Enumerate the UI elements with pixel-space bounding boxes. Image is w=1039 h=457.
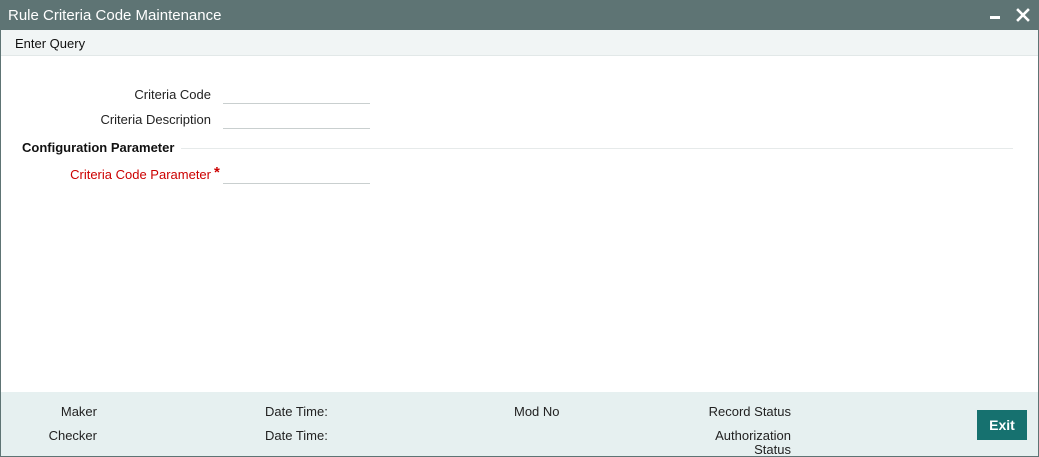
- criteria-description-input[interactable]: [223, 109, 370, 129]
- record-status-label: Record Status: [708, 404, 791, 419]
- exit-button[interactable]: Exit: [977, 410, 1027, 440]
- menu-bar: Enter Query: [1, 30, 1038, 56]
- enter-query-menu-item[interactable]: Enter Query: [15, 36, 85, 51]
- criteria-description-label: Criteria Description: [100, 112, 211, 127]
- criteria-code-parameter-input[interactable]: [223, 164, 370, 184]
- rule-criteria-window: Rule Criteria Code Maintenance Enter Que…: [0, 0, 1039, 457]
- section-divider: [181, 148, 1013, 149]
- configuration-parameter-heading: Configuration Parameter: [22, 140, 175, 155]
- authorization-status-label-line1: Authorization: [715, 428, 791, 443]
- criteria-code-parameter-label: Criteria Code Parameter: [70, 167, 211, 182]
- window-title: Rule Criteria Code Maintenance: [8, 7, 222, 24]
- close-icon[interactable]: [1014, 6, 1032, 24]
- required-marker: *: [214, 164, 220, 181]
- checker-label: Checker: [48, 428, 97, 443]
- criteria-code-input[interactable]: [223, 84, 370, 104]
- criteria-code-label: Criteria Code: [134, 87, 211, 102]
- title-bar: Rule Criteria Code Maintenance: [1, 1, 1038, 30]
- checker-date-time-label: Date Time:: [265, 428, 328, 443]
- audit-footer: Maker Checker Date Time: Date Time: Mod …: [1, 392, 1038, 457]
- authorization-status-label-line2: Status: [754, 442, 791, 457]
- mod-no-label: Mod No: [514, 404, 560, 419]
- maker-label: Maker: [60, 404, 97, 419]
- maker-date-time-label: Date Time:: [265, 404, 328, 419]
- minimize-icon[interactable]: [988, 7, 1002, 23]
